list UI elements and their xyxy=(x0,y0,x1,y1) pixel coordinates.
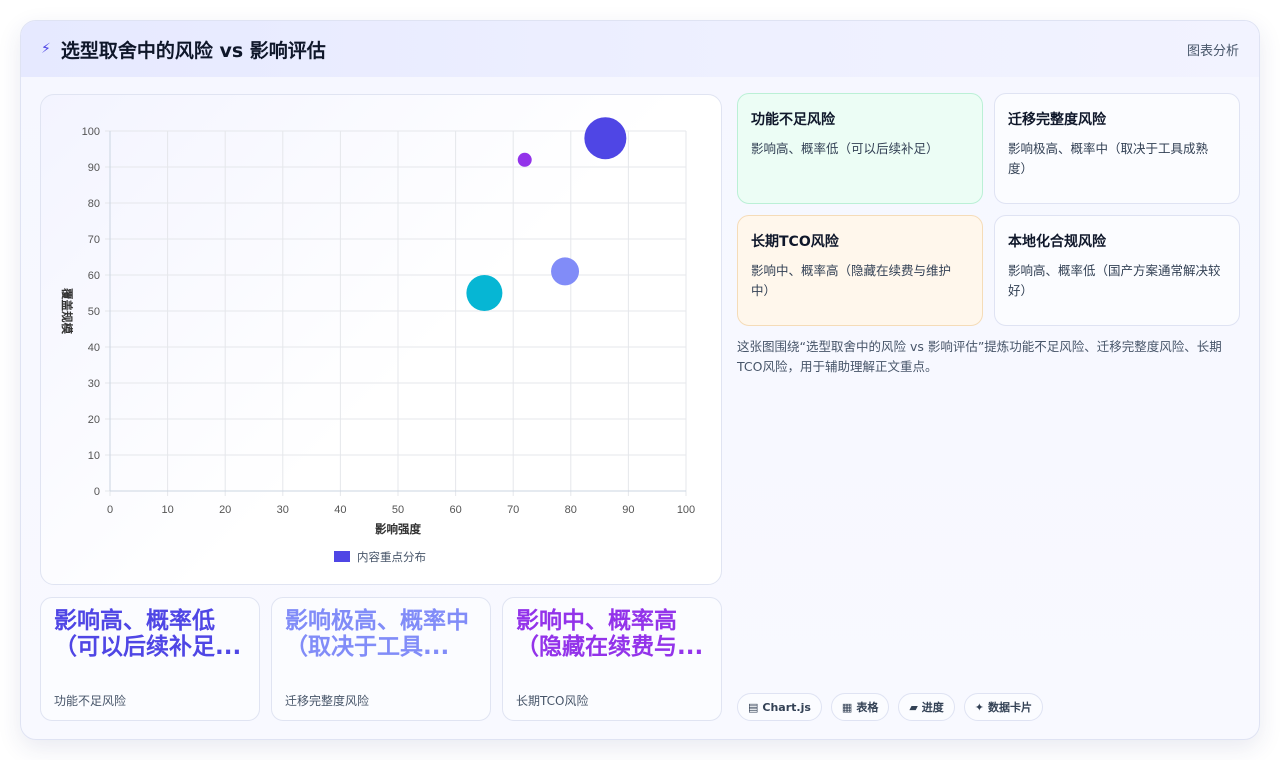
x-tick-label: 50 xyxy=(392,504,404,516)
bubble-chart-panel: 0 0 10 10 20 20 30 30 40 40 50 50 60 60 70 70 80 80 90 90 10… xyxy=(40,94,722,585)
chart-icon: ▤ xyxy=(748,700,759,714)
risk-card-tco: 长期TCO风险 影响中、概率高（隐藏在续费与维护中） xyxy=(737,215,983,326)
bubble-point xyxy=(466,275,503,311)
stat-caption: 功能不足风险 xyxy=(54,694,127,708)
stat-card-1: 影响高、概率低（可以后续补足... 功能不足风险 xyxy=(40,597,260,721)
x-tick-label: 30 xyxy=(277,504,289,516)
x-tick-label: 0 xyxy=(107,504,113,516)
x-axis-label: 影响强度 xyxy=(375,522,421,536)
chip-label: 表格 xyxy=(856,701,879,714)
stat-value: 影响中、概率高（隐藏在续费与... xyxy=(516,608,704,660)
x-tick-label: 20 xyxy=(219,504,231,516)
x-tick-label: 90 xyxy=(622,504,634,516)
risk-title: 迁移完整度风险 xyxy=(1008,112,1106,128)
card-header: ⚡ 选型取舍中的风险 vs 影响评估 图表分析 xyxy=(21,21,1259,77)
stat-card-3: 影响中、概率高（隐藏在续费与... 长期TCO风险 xyxy=(502,597,722,721)
header-tag: 图表分析 xyxy=(1186,43,1239,59)
page-title: 选型取舍中的风险 vs 影响评估 xyxy=(60,39,326,62)
sparkle-icon: ✦ xyxy=(974,700,985,714)
lightning-icon: ⚡ xyxy=(41,41,51,57)
bubble-point xyxy=(517,152,532,167)
risk-title: 长期TCO风险 xyxy=(751,234,839,250)
y-tick-label: 80 xyxy=(88,198,100,210)
y-tick-label: 20 xyxy=(88,414,100,426)
x-tick-label: 60 xyxy=(449,504,461,516)
x-tick-label: 80 xyxy=(565,504,577,516)
y-tick-label: 100 xyxy=(82,126,100,138)
chip-label: 进度 xyxy=(921,701,944,714)
chip-label: 数据卡片 xyxy=(988,701,1033,714)
chip-label: Chart.js xyxy=(762,700,811,714)
risk-desc: 影响中、概率高（隐藏在续费与维护中） xyxy=(751,263,952,298)
x-tick-label: 40 xyxy=(334,504,346,516)
y-tick-label: 70 xyxy=(88,234,100,246)
chip-data-card[interactable]: ✦ 数据卡片 xyxy=(963,693,1044,721)
analysis-card: ⚡ 选型取舍中的风险 vs 影响评估 图表分析 0 0 10 10 20 20 30 30 40… xyxy=(20,20,1260,740)
risk-card-compliance: 本地化合规风险 影响高、概率低（国产方案通常解决较好） xyxy=(994,215,1240,326)
y-tick-label: 40 xyxy=(88,342,100,354)
y-tick-label: 90 xyxy=(88,162,100,174)
x-tick-label: 70 xyxy=(507,504,519,516)
legend-label: 内容重点分布 xyxy=(357,550,426,564)
risk-card-migration: 迁移完整度风险 影响极高、概率中（取决于工具成熟度） xyxy=(994,93,1240,204)
y-tick-label: 30 xyxy=(88,378,100,390)
x-tick-label: 10 xyxy=(161,504,173,516)
y-tick-label: 60 xyxy=(88,270,100,282)
y-tick-label: 10 xyxy=(88,450,100,462)
chip-chartjs[interactable]: ▤ Chart.js xyxy=(737,693,822,721)
risk-card-function: 功能不足风险 影响高、概率低（可以后续补足） xyxy=(737,93,983,204)
risk-desc: 影响极高、概率中（取决于工具成熟度） xyxy=(1008,141,1209,176)
chip-progress[interactable]: ▰ 进度 xyxy=(898,693,955,721)
risk-title: 功能不足风险 xyxy=(751,112,835,128)
stat-value: 影响极高、概率中（取决于工具... xyxy=(285,608,469,660)
stat-card-2: 影响极高、概率中（取决于工具... 迁移完整度风险 xyxy=(271,597,491,721)
legend-swatch xyxy=(334,551,350,562)
x-tick-label: 100 xyxy=(677,504,695,516)
stat-caption: 迁移完整度风险 xyxy=(285,694,370,708)
y-tick-label: 0 xyxy=(94,486,100,498)
stat-caption: 长期TCO风险 xyxy=(516,694,589,708)
risk-desc: 影响高、概率低（可以后续补足） xyxy=(751,141,939,156)
risk-title: 本地化合规风险 xyxy=(1008,234,1106,250)
stat-value: 影响高、概率低（可以后续补足... xyxy=(54,608,242,660)
y-tick-label: 50 xyxy=(88,306,100,318)
y-axis-label: 覆盖规模 xyxy=(60,288,74,334)
table-icon: ▦ xyxy=(841,700,853,714)
chip-table[interactable]: ▦ 表格 xyxy=(830,693,890,721)
risk-desc: 影响高、概率低（国产方案通常解决较好） xyxy=(1008,263,1221,298)
bubble-point xyxy=(584,117,627,160)
bubble-point xyxy=(551,257,580,286)
tech-chips: ▤ Chart.js ▦ 表格 ▰ 进度 ✦ 数据卡片 xyxy=(737,693,1044,721)
bubble-chart: 00 10 10 20 20 30 30 40 40 50 50 60 60 70 70 80 80 90 90 10… xyxy=(60,117,695,564)
progress-icon: ▰ xyxy=(909,700,918,714)
chart-description: 这张图围绕“选型取舍中的风险 vs 影响评估”提炼功能不足风险、迁移完整度风险、… xyxy=(737,339,1222,374)
